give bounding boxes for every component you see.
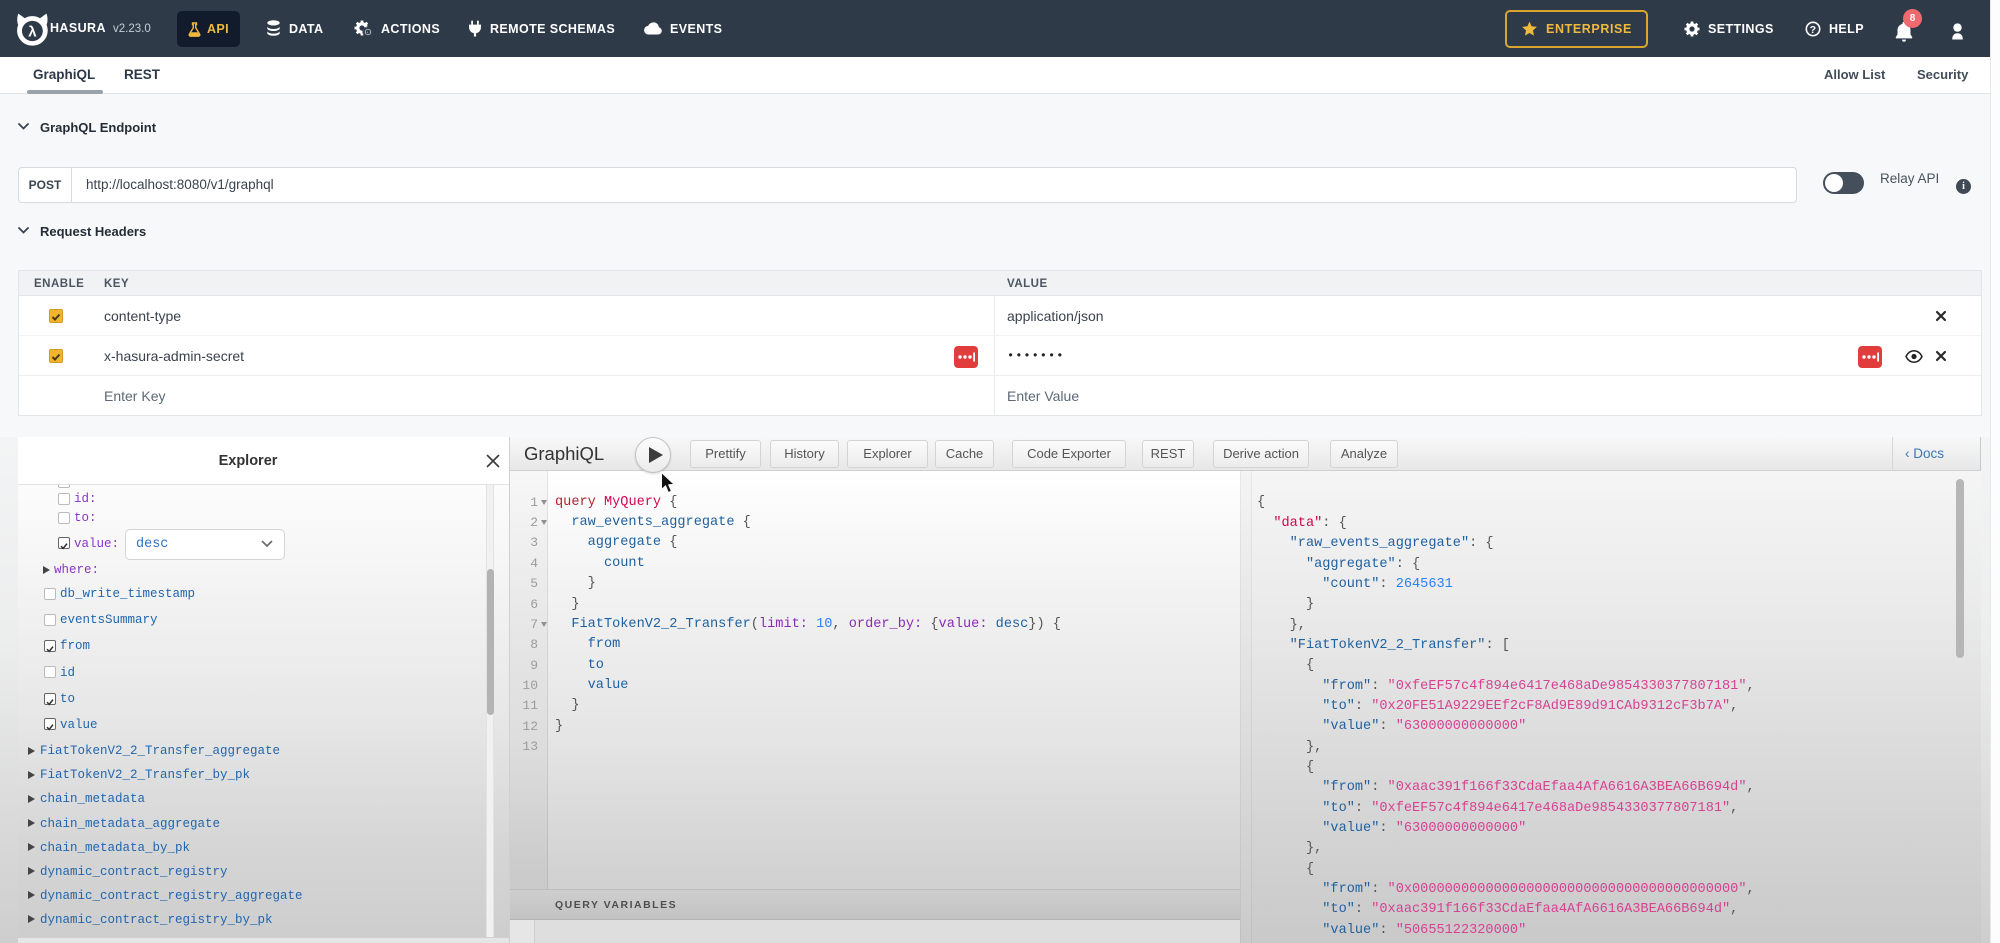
svg-text:?: ? (1810, 23, 1817, 35)
svg-text:λ: λ (28, 23, 37, 40)
